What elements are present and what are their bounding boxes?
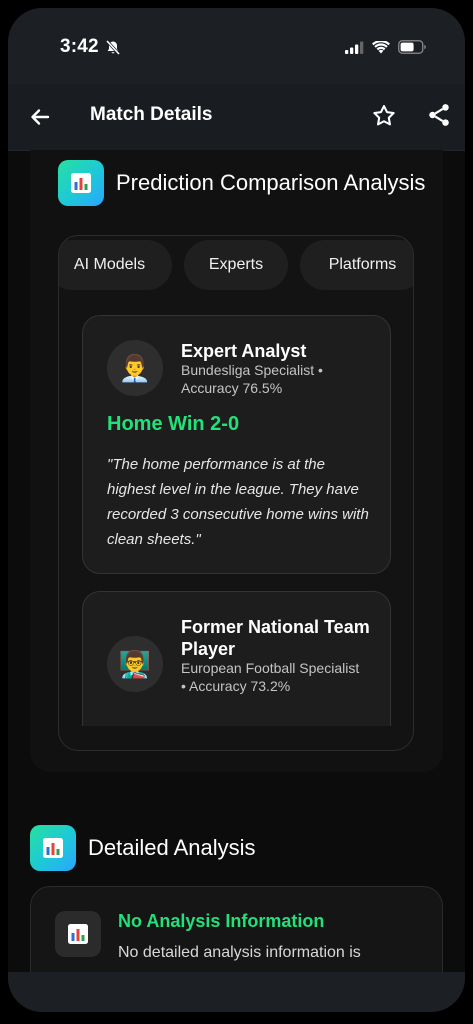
signal-icon	[345, 41, 364, 59]
expert-subtitle: European Football Specialist • Accuracy …	[181, 660, 360, 694]
expert-avatar: 👨‍🏫	[107, 636, 163, 692]
page-title: Match Details	[90, 104, 213, 125]
expert-name: Expert Analyst	[181, 341, 307, 361]
bar-chart-badge-icon	[58, 160, 104, 206]
back-arrow-icon[interactable]	[27, 104, 53, 130]
expert-name: Former National Team Player	[181, 617, 370, 659]
empty-state-title: No Analysis Information	[118, 911, 325, 931]
app-bar: Match Details	[8, 84, 465, 151]
battery-icon	[398, 40, 427, 59]
status-bar: 3:42	[8, 8, 465, 84]
expert-subtitle: Bundesliga Specialist • Accuracy 76.5%	[181, 362, 323, 396]
expert-prediction: Home Win 2-0	[107, 413, 240, 435]
scroll-content[interactable]: Prediction Comparison Analysis AI Models…	[8, 150, 465, 972]
comparison-tabs: AI Models Experts Platforms	[59, 240, 413, 292]
tab-experts[interactable]: Experts	[184, 240, 288, 290]
wifi-icon	[372, 39, 390, 59]
analysis-empty-card: No Analysis Information No detailed anal…	[30, 886, 443, 972]
detailed-analysis-title: Detailed Analysis	[88, 835, 256, 860]
bell-slash-icon	[105, 39, 121, 60]
empty-state-text: No detailed analysis information is	[118, 944, 361, 961]
phone-screen: 3:42 Match Details Prediction Comparison…	[8, 8, 465, 1012]
expert-avatar: 👨‍💼	[107, 340, 163, 396]
tab-platforms[interactable]: Platforms	[300, 240, 413, 290]
bar-chart-icon	[55, 911, 101, 957]
expert-quote: "The home performance is at the highest …	[107, 456, 369, 548]
status-time: 3:42	[60, 36, 99, 57]
bar-chart-badge-icon	[30, 825, 76, 871]
tab-ai-models[interactable]: AI Models	[59, 240, 172, 290]
comparison-section-title: Prediction Comparison Analysis	[116, 170, 426, 195]
star-icon[interactable]	[371, 103, 397, 134]
expert-list[interactable]: 👨‍💼 Expert Analyst Bundesliga Specialist…	[59, 296, 413, 726]
expert-card[interactable]: 👨‍💼 Expert Analyst Bundesliga Specialist…	[82, 315, 391, 574]
expert-card[interactable]: 👨‍🏫 Former National Team Player European…	[82, 591, 391, 726]
share-icon[interactable]	[426, 102, 452, 133]
bottom-bar	[8, 972, 465, 1012]
comparison-container: AI Models Experts Platforms 👨‍💼 Expert A…	[58, 235, 414, 751]
